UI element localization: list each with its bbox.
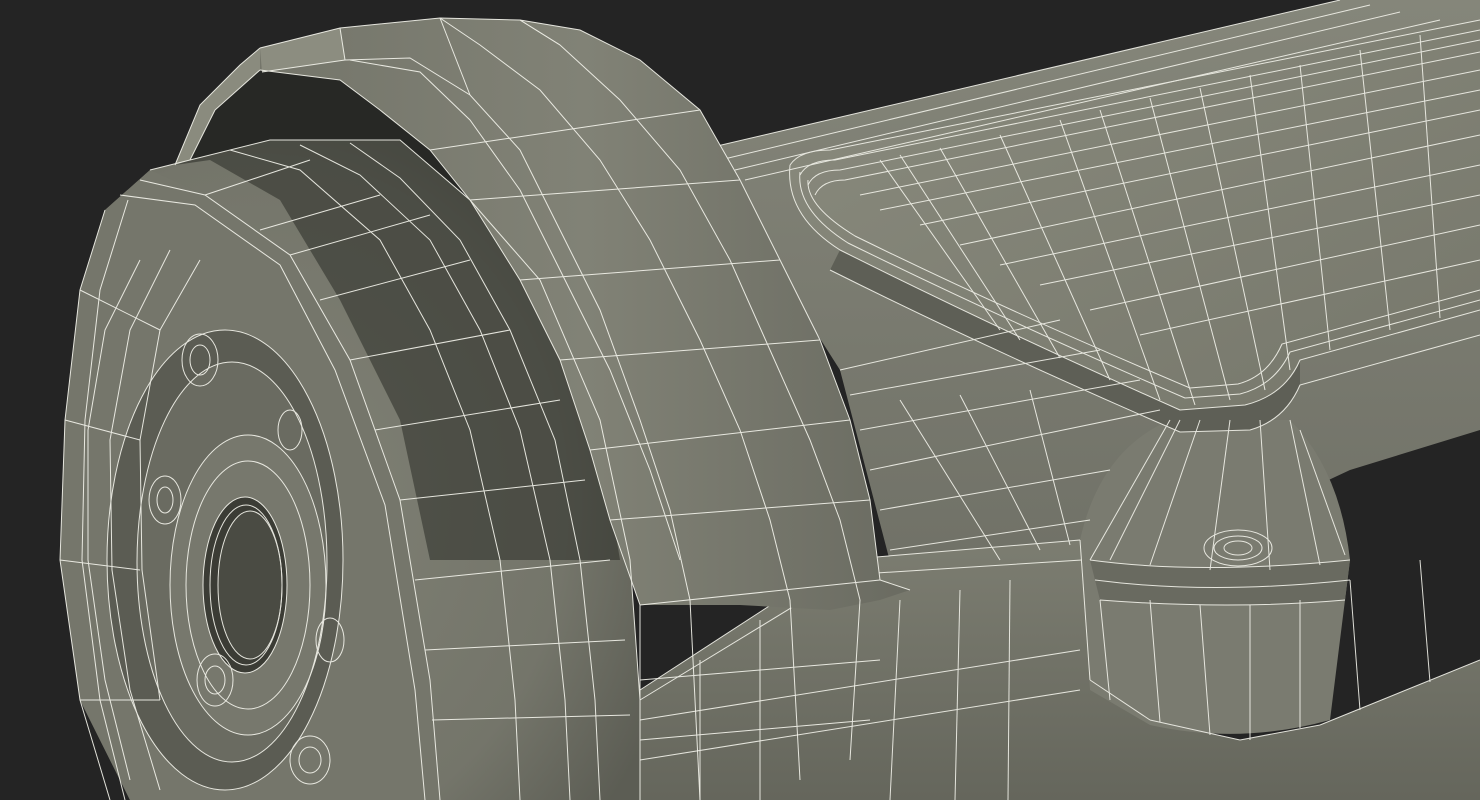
wireframe-render: [59, 0, 1480, 800]
render-viewport: [0, 0, 1480, 800]
